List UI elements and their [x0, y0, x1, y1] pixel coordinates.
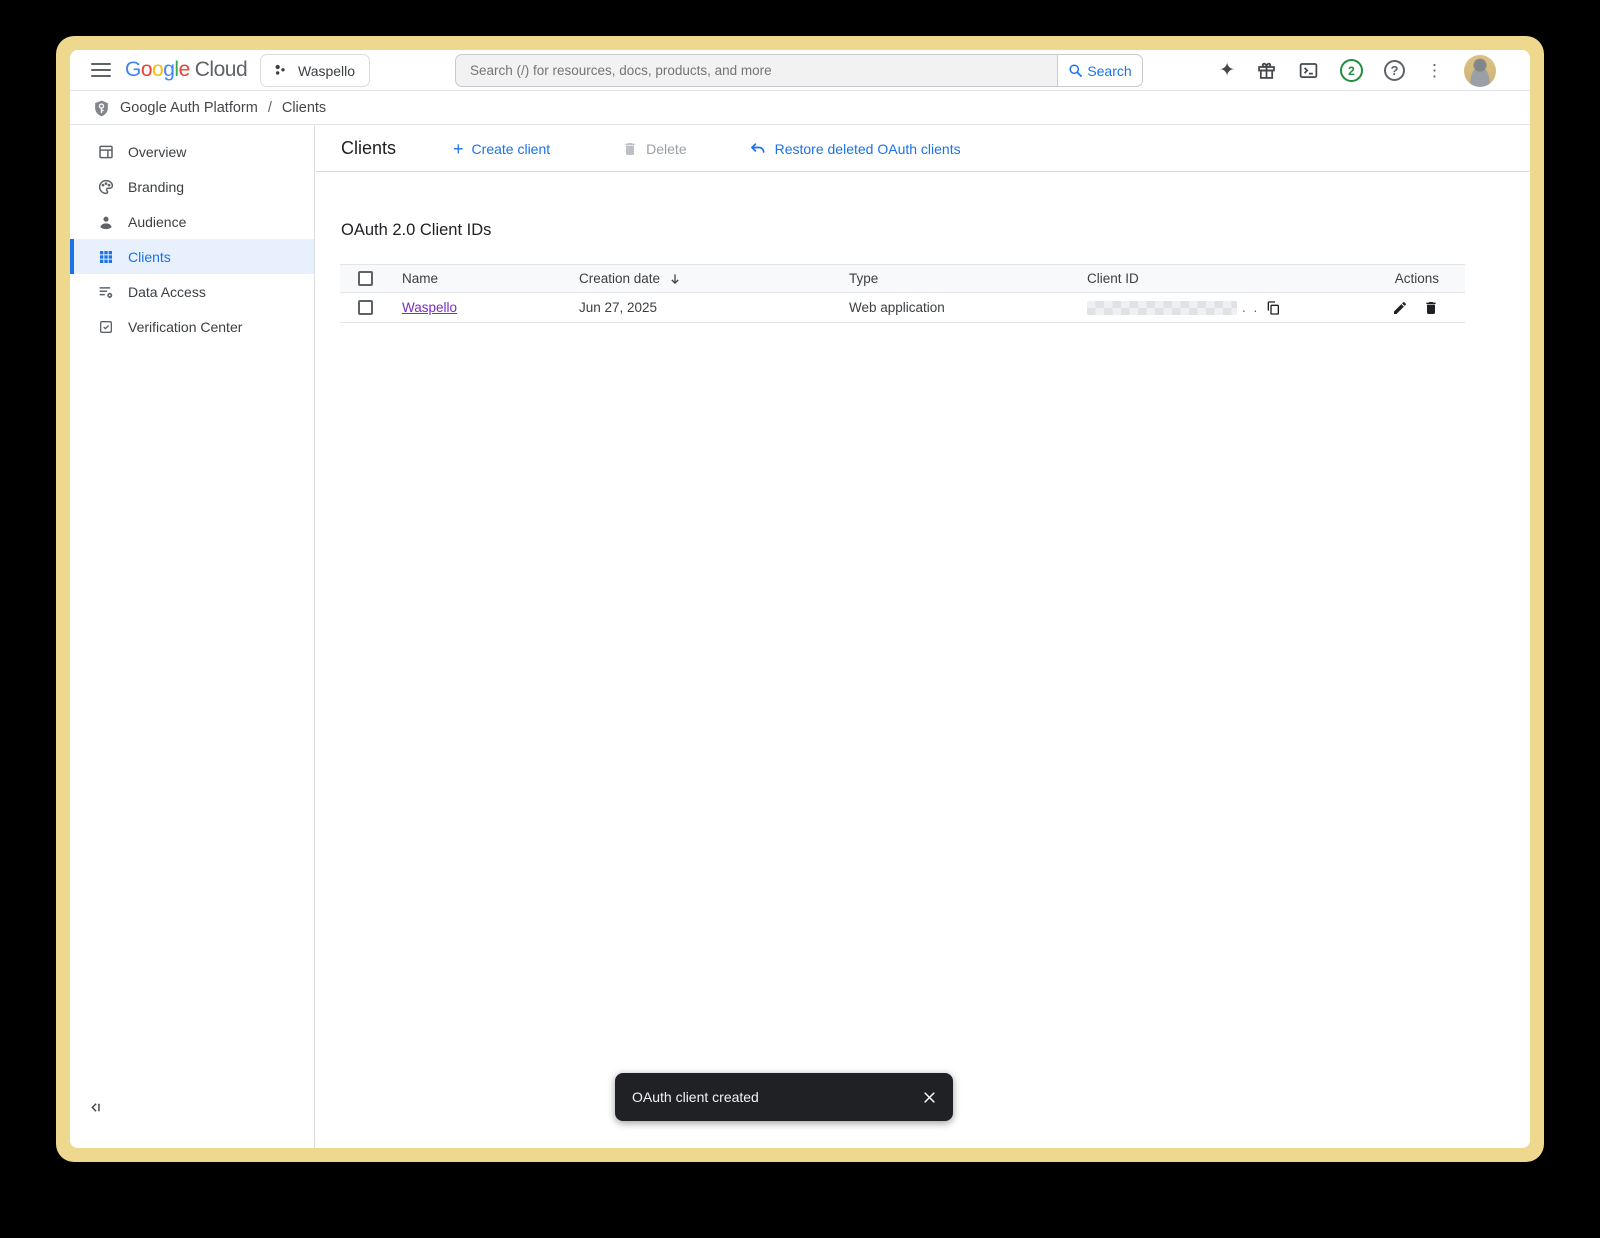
user-avatar[interactable]: [1464, 55, 1496, 87]
google-cloud-console-page: GoogleCloud Waspello Search: [70, 50, 1530, 1148]
sidebar-item-clients[interactable]: Clients: [70, 239, 314, 274]
sidebar-item-label: Overview: [128, 144, 186, 160]
clients-toolbar: Clients + Create client Delete R: [316, 126, 1530, 172]
top-app-bar: GoogleCloud Waspello Search: [70, 50, 1530, 91]
main-content: Clients + Create client Delete R: [316, 126, 1530, 1148]
page-title: Clients: [341, 138, 396, 159]
breadcrumb-separator: /: [267, 100, 273, 116]
delete-client-icon[interactable]: [1423, 300, 1439, 316]
create-client-button[interactable]: + Create client: [453, 140, 550, 158]
header-actions: Actions: [1373, 271, 1465, 286]
notifications-badge[interactable]: 2: [1340, 59, 1363, 82]
sidebar-item-audience[interactable]: Audience: [70, 204, 314, 239]
section-title: OAuth 2.0 Client IDs: [341, 221, 1530, 240]
search-icon: [1068, 63, 1083, 78]
auth-platform-shield-key-icon: [92, 99, 111, 118]
client-name-link[interactable]: Waspello: [402, 300, 457, 315]
toast-notification: OAuth client created: [615, 1073, 953, 1121]
header-name[interactable]: Name: [384, 271, 579, 286]
header-creation-date[interactable]: Creation date: [579, 271, 660, 286]
cloud-shell-icon[interactable]: [1298, 60, 1319, 81]
topbar-icon-group: ✦: [1219, 50, 1496, 91]
search-button[interactable]: Search: [1057, 54, 1143, 87]
breadcrumb-current: Clients: [282, 100, 326, 116]
google-cloud-logo[interactable]: GoogleCloud: [125, 58, 247, 82]
creation-date-value: Jun 27, 2025: [579, 300, 657, 315]
client-type-value: Web application: [849, 300, 945, 315]
google-logo-cloud: Cloud: [195, 58, 247, 81]
select-all-checkbox[interactable]: [358, 271, 373, 286]
sidebar-item-verification-center[interactable]: Verification Center: [70, 309, 314, 344]
help-icon[interactable]: ?: [1384, 60, 1405, 81]
clients-grid-icon: [97, 249, 115, 265]
breadcrumb-platform[interactable]: Google Auth Platform: [120, 100, 258, 116]
sidebar-item-overview[interactable]: Overview: [70, 134, 314, 169]
header-type[interactable]: Type: [849, 271, 1087, 286]
hamburger-menu-icon[interactable]: [91, 63, 111, 77]
project-selector[interactable]: Waspello: [260, 54, 370, 87]
search-input[interactable]: [455, 54, 1057, 87]
data-access-icon: [97, 283, 115, 301]
global-search: Search: [455, 54, 1143, 87]
delete-button[interactable]: Delete: [622, 141, 686, 157]
client-id-truncation: . .: [1242, 300, 1259, 315]
sort-descending-icon[interactable]: [668, 272, 682, 286]
client-id-redacted: [1087, 301, 1237, 315]
sidebar-nav: Overview Branding: [70, 126, 315, 1148]
search-button-label: Search: [1087, 63, 1131, 79]
gift-icon[interactable]: [1256, 60, 1277, 81]
trash-icon: [622, 141, 638, 157]
notification-count: 2: [1348, 64, 1355, 78]
row-checkbox[interactable]: [358, 300, 373, 315]
sidebar-item-branding[interactable]: Branding: [70, 169, 314, 204]
plus-icon: +: [453, 140, 464, 158]
verification-check-icon: [97, 319, 115, 335]
toast-close-icon[interactable]: [922, 1090, 937, 1105]
toast-message: OAuth client created: [632, 1089, 922, 1105]
audience-person-icon: [97, 213, 115, 231]
sidebar-item-label: Data Access: [128, 284, 206, 300]
restore-label: Restore deleted OAuth clients: [775, 141, 961, 157]
sidebar-item-data-access[interactable]: Data Access: [70, 274, 314, 309]
table-row: Waspello Jun 27, 2025 Web application . …: [340, 293, 1465, 323]
edit-client-icon[interactable]: [1392, 300, 1408, 316]
delete-label: Delete: [646, 141, 686, 157]
collapse-sidebar-icon[interactable]: [88, 1100, 103, 1118]
sidebar-item-label: Verification Center: [128, 319, 242, 335]
overview-icon: [97, 143, 115, 161]
breadcrumb: Google Auth Platform / Clients: [70, 92, 1530, 125]
header-client-id[interactable]: Client ID: [1087, 271, 1373, 286]
oauth-clients-table: Name Creation date Type Client ID Action…: [340, 264, 1465, 323]
sidebar-item-label: Clients: [128, 249, 171, 265]
branding-palette-icon: [97, 178, 115, 196]
restore-deleted-clients-button[interactable]: Restore deleted OAuth clients: [749, 140, 961, 158]
table-header-row: Name Creation date Type Client ID Action…: [340, 264, 1465, 293]
sidebar-item-label: Branding: [128, 179, 184, 195]
copy-client-id-icon[interactable]: [1265, 300, 1281, 316]
project-icon: [272, 62, 289, 79]
more-vertical-icon[interactable]: ⋮: [1426, 61, 1443, 81]
undo-icon: [749, 140, 767, 158]
create-client-label: Create client: [472, 141, 551, 157]
project-name: Waspello: [298, 63, 355, 79]
gemini-sparkle-icon[interactable]: ✦: [1219, 59, 1235, 82]
google-logo-google: Google: [125, 58, 190, 81]
sidebar-item-label: Audience: [128, 214, 186, 230]
screenshot-window-frame: GoogleCloud Waspello Search: [56, 36, 1544, 1162]
